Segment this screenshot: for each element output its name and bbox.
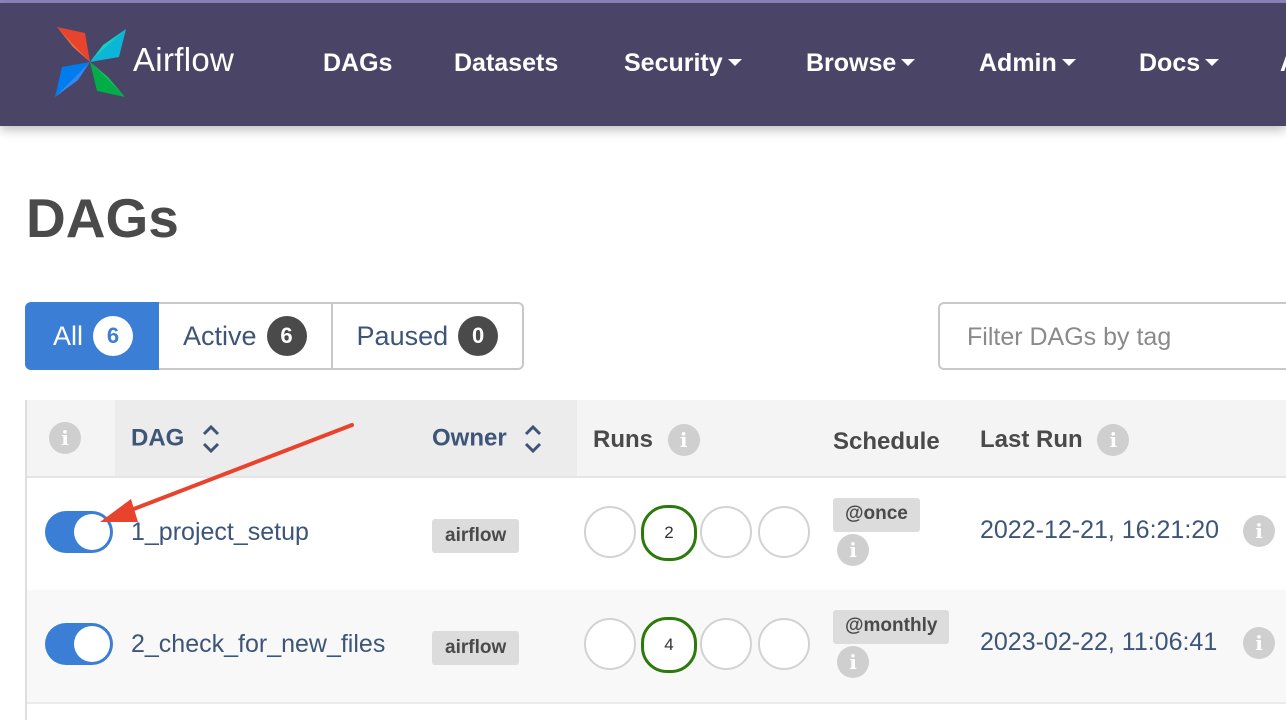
- run-state-circle[interactable]: [700, 506, 752, 558]
- dag-pause-toggle[interactable]: [45, 623, 113, 665]
- info-icon[interactable]: i: [837, 646, 869, 678]
- airflow-pinwheel-icon[interactable]: [53, 25, 128, 100]
- header-dag-sort[interactable]: DAG: [131, 422, 221, 456]
- nav-admin-label: Admin: [979, 49, 1057, 77]
- header-last-run-label: Last Run: [980, 426, 1083, 453]
- filter-all-button[interactable]: All 6: [25, 302, 160, 370]
- nav-browse[interactable]: Browse: [806, 49, 916, 78]
- owner-tag[interactable]: airflow: [432, 631, 520, 665]
- header-owner-label: Owner: [432, 424, 507, 452]
- nav-datasets[interactable]: Datasets: [454, 49, 558, 78]
- header-owner-sort[interactable]: Owner: [432, 422, 543, 456]
- caret-down-icon: [1061, 58, 1076, 66]
- table-row: 2_check_for_new_files airflow 4 @monthly…: [27, 590, 1286, 704]
- table-header: i DAG Owner Runs i Schedule Last Run i: [27, 400, 1286, 478]
- toggle-knob: [74, 514, 110, 550]
- filter-active-count-badge: 6: [266, 316, 307, 356]
- status-filter-group: All 6 Active 6 Paused 0: [25, 302, 525, 370]
- toggle-knob: [74, 626, 110, 662]
- nav-dags-label: DAGs: [323, 49, 393, 77]
- header-dag-label: DAG: [131, 424, 185, 452]
- header-runs: Runs i: [593, 424, 700, 456]
- nav-admin[interactable]: Admin: [979, 49, 1076, 78]
- header-schedule: Schedule: [833, 428, 940, 455]
- info-icon[interactable]: i: [1243, 515, 1275, 547]
- dag-id-link[interactable]: 2_check_for_new_files: [131, 630, 385, 659]
- nav-overflow-fragment: A: [1280, 49, 1286, 78]
- run-state-circle[interactable]: [700, 618, 752, 670]
- navbar: Airflow DAGs Datasets Security Browse Ad…: [0, 3, 1286, 126]
- info-icon[interactable]: i: [1243, 627, 1275, 659]
- info-icon[interactable]: i: [837, 534, 869, 566]
- caret-down-icon: [901, 58, 916, 66]
- filter-all-count-badge: 6: [93, 316, 134, 356]
- brand-name[interactable]: Airflow: [133, 41, 234, 79]
- nav-browse-label: Browse: [806, 49, 897, 77]
- nav-docs[interactable]: Docs: [1139, 49, 1220, 78]
- info-icon[interactable]: i: [49, 422, 81, 454]
- sort-icon: [202, 424, 220, 454]
- caret-down-icon: [1205, 58, 1220, 66]
- run-state-circle[interactable]: [758, 506, 810, 558]
- dags-table: i DAG Owner Runs i Schedule Last Run i 1…: [25, 400, 1286, 720]
- header-runs-label: Runs: [593, 426, 653, 453]
- filter-paused-count-badge: 0: [458, 316, 499, 356]
- run-state-circle[interactable]: [584, 618, 636, 670]
- filter-all-label: All: [53, 320, 84, 351]
- nav-docs-label: Docs: [1139, 49, 1201, 77]
- last-run-link[interactable]: 2023-02-22, 11:06:41: [980, 628, 1217, 657]
- tag-filter-input[interactable]: [965, 322, 1286, 353]
- schedule-tag: @once: [833, 498, 920, 532]
- filter-active-label: Active: [183, 320, 257, 351]
- sort-icon: [525, 424, 542, 454]
- nav-security-label: Security: [624, 49, 723, 77]
- filter-paused-button[interactable]: Paused 0: [330, 302, 525, 370]
- schedule-tag: @monthly: [833, 610, 950, 644]
- info-icon[interactable]: i: [667, 424, 700, 456]
- run-state-circle[interactable]: [758, 618, 810, 670]
- run-state-circle-success[interactable]: 4: [641, 617, 697, 673]
- nav-datasets-label: Datasets: [454, 49, 559, 77]
- page-title: DAGs: [26, 187, 179, 249]
- nav-dags[interactable]: DAGs: [323, 49, 392, 78]
- dag-id-link[interactable]: 1_project_setup: [131, 518, 309, 547]
- dag-pause-toggle[interactable]: [45, 511, 113, 553]
- header-last-run: Last Run i: [980, 424, 1130, 456]
- info-icon[interactable]: i: [1097, 424, 1130, 456]
- run-state-circle[interactable]: [584, 506, 636, 558]
- table-row: 1_project_setup airflow 2 @once i 2022-1…: [27, 478, 1286, 592]
- tag-filter-field[interactable]: [938, 302, 1286, 370]
- caret-down-icon: [727, 58, 742, 66]
- owner-tag[interactable]: airflow: [432, 519, 520, 553]
- filter-active-button[interactable]: Active 6: [159, 302, 331, 370]
- header-info[interactable]: i: [49, 422, 81, 454]
- last-run-link[interactable]: 2022-12-21, 16:21:20: [980, 516, 1219, 545]
- filter-paused-label: Paused: [356, 320, 449, 351]
- run-state-circle-success[interactable]: 2: [641, 505, 697, 561]
- nav-security[interactable]: Security: [624, 49, 742, 78]
